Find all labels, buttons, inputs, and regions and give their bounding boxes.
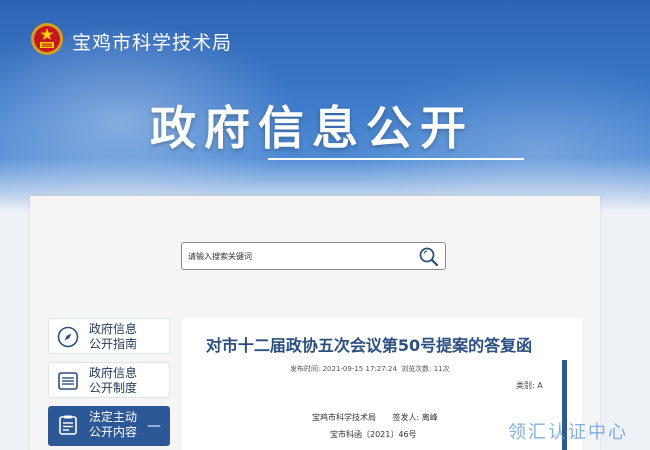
clipboard-icon [59, 415, 77, 435]
header-banner: 宝鸡市科学技术局 政府信息公开 [0, 0, 650, 210]
view-count: 浏览次数: 11次 [401, 365, 450, 373]
page-heading: 政府信息公开 [150, 101, 474, 155]
sidebar-item-disclosure-guide[interactable]: 政府信息 公开指南 [48, 318, 170, 354]
watermark: 领汇认证中心 [508, 422, 628, 443]
article-issuer-line: 宝鸡市科学技术局 签发人: 离峰 [312, 412, 438, 423]
article-category: 类别: A [516, 381, 543, 390]
search-input[interactable] [188, 247, 408, 265]
document-number: 宝市科函〔2021〕46号 [330, 430, 417, 439]
issuer: 宝鸡市科学技术局 [312, 413, 376, 422]
list-icon [58, 372, 78, 390]
sidebar-item-label: 政府信息 公开制度 [89, 366, 138, 395]
search-box [181, 242, 446, 270]
article-title: 对市十二届政协五次会议第50号提案的答复函 [205, 336, 533, 355]
sidebar-item-statutory-content[interactable]: 法定主动 公开内容 — [48, 406, 170, 446]
national-emblem-icon[interactable] [30, 22, 64, 56]
publish-time: 发布时间: 2021-09-15 17:27:24 [290, 365, 397, 373]
signer: 签发人: 离峰 [392, 413, 438, 422]
article-meta: 发布时间: 2021-09-15 17:27:24 浏览次数: 11次 [290, 364, 452, 374]
collapse-icon[interactable]: — [147, 419, 161, 433]
sidebar-item-disclosure-system[interactable]: 政府信息 公开制度 [48, 362, 170, 398]
site-name[interactable]: 宝鸡市科学技术局 [72, 28, 232, 55]
search-icon[interactable] [418, 246, 440, 268]
heading-underline [268, 158, 524, 160]
sidebar-item-label: 政府信息 公开指南 [89, 322, 138, 351]
compass-icon [57, 326, 79, 348]
